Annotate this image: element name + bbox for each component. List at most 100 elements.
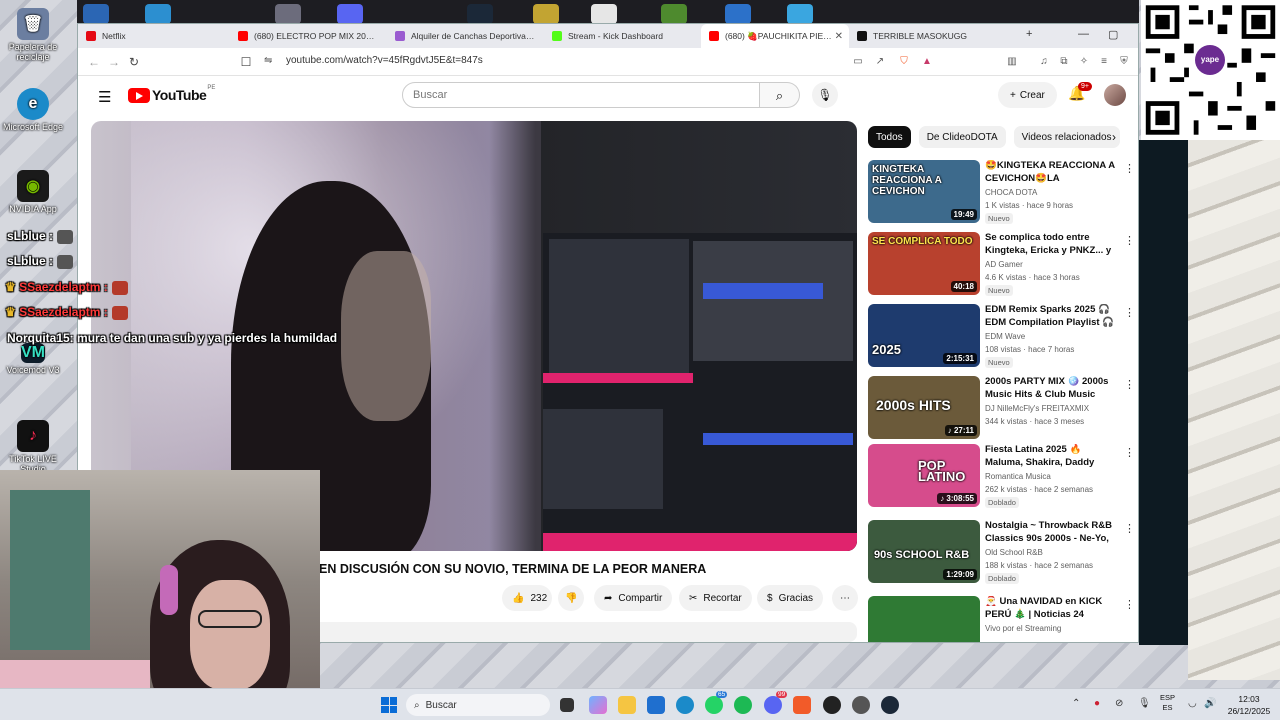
discord-icon[interactable]: [337, 4, 363, 24]
minimize-icon[interactable]: —: [1078, 28, 1089, 40]
hamburger-menu-icon[interactable]: ☰: [98, 88, 111, 106]
recommended-video[interactable]: KINGTEKA REACCIONA A CEVICHON 19:49 🤩KIN…: [868, 160, 1135, 226]
edge-taskbar-icon[interactable]: [676, 696, 694, 714]
close-tab-icon[interactable]: ✕: [835, 31, 843, 42]
steam-icon[interactable]: [467, 4, 493, 24]
app-icon[interactable]: [275, 4, 301, 24]
cast-icon[interactable]: ▭: [852, 56, 864, 68]
volume-icon[interactable]: 🔊: [1204, 698, 1216, 709]
forward-icon[interactable]: →: [104, 55, 124, 69]
wifi-icon[interactable]: ◡: [1188, 698, 1197, 709]
music-icon[interactable]: ♫: [1038, 56, 1050, 68]
video-title[interactable]: Nostalgia ~ Throwback R&B Classics 90s 2…: [985, 520, 1119, 546]
more-vert-icon[interactable]: ⋮: [1124, 598, 1130, 611]
whatsapp-icon[interactable]: [705, 696, 723, 714]
vpn-icon[interactable]: ⛨: [1118, 56, 1130, 68]
share-icon[interactable]: ↗: [874, 56, 886, 68]
recommended-video[interactable]: 2025 2:15:31 EDM Remix Sparks 2025 🎧 EDM…: [868, 304, 1135, 370]
more-vert-icon[interactable]: ⋮: [1124, 162, 1135, 175]
search-input[interactable]: Buscar: [402, 82, 760, 108]
tray-chevron-up-icon[interactable]: ⌃: [1072, 698, 1080, 709]
brave-taskbar-icon[interactable]: [793, 696, 811, 714]
video-title[interactable]: Se complica todo entre Kingteka, Ericka …: [985, 232, 1119, 258]
recommended-video[interactable]: 90s SCHOOL R&B 1:29:09 Nostalgia ~ Throw…: [868, 520, 1135, 586]
desktop-icon-edge[interactable]: e Microsoft Edge: [2, 88, 64, 132]
video-thumbnail[interactable]: 2025 2:15:31: [868, 304, 980, 367]
tray-app-icon[interactable]: ⊘: [1115, 698, 1123, 709]
create-button[interactable]: + Crear: [998, 82, 1057, 108]
tab-netflix[interactable]: Netflix: [78, 24, 230, 48]
video-thumbnail[interactable]: 90s SCHOOL R&B 1:29:09: [868, 520, 980, 583]
tab-terrible-masokugg[interactable]: TERRIBLE MASOKUGG: [849, 24, 997, 48]
desktop-icon-recycle-bin[interactable]: 🗑 Papelera de reciclaje: [2, 8, 64, 62]
channel-name[interactable]: CHOCA DOTA: [985, 188, 1037, 197]
system-clock[interactable]: 12:03 26/12/2025: [1224, 693, 1274, 717]
more-vert-icon[interactable]: ⋮: [1124, 446, 1135, 459]
obs-icon[interactable]: [823, 696, 841, 714]
channel-name[interactable]: Old School R&B: [985, 548, 1043, 557]
video-thumbnail[interactable]: [868, 596, 980, 642]
video-thumbnail[interactable]: SE COMPLICA TODO 40:18: [868, 232, 980, 295]
voice-search-button[interactable]: 🎙: [812, 82, 838, 108]
chevron-right-icon[interactable]: ›: [1112, 130, 1116, 144]
video-title[interactable]: 🎅 Una NAVIDAD en KICK PERÚ 🎄 | Noticias …: [985, 596, 1119, 622]
task-view-icon[interactable]: [560, 698, 574, 712]
more-vert-icon[interactable]: ⋮: [1124, 234, 1135, 247]
video-thumbnail[interactable]: POP LATINO ♪ 3:08:55: [868, 444, 980, 507]
channel-name[interactable]: EDM Wave: [985, 332, 1025, 341]
channel-name[interactable]: Vivo por el Streaming: [985, 624, 1061, 633]
channel-name[interactable]: DJ NilleMcFly's FREITAXMIX: [985, 404, 1089, 413]
video-title[interactable]: Fiesta Latina 2025 🔥 Maluma, Shakira, Da…: [985, 444, 1119, 470]
recommended-video[interactable]: POP LATINO ♪ 3:08:55 Fiesta Latina 2025 …: [868, 444, 1135, 510]
desktop-icon-tiktok[interactable]: ♪ TikTok LIVE Studio: [2, 420, 64, 474]
like-button[interactable]: 👍 232: [502, 585, 552, 611]
video-thumbnail[interactable]: KINGTEKA REACCIONA A CEVICHON 19:49: [868, 160, 980, 223]
desktop-icon-voicemod[interactable]: VM Voicemod V3: [2, 343, 64, 375]
app-icon[interactable]: [533, 4, 559, 24]
app-icon[interactable]: [145, 4, 171, 24]
video-thumbnail[interactable]: 2000s HITS ♪ 27:11: [868, 376, 980, 439]
app-icon[interactable]: [725, 4, 751, 24]
store-icon[interactable]: [647, 696, 665, 714]
recommended-video[interactable]: 🎅 Una NAVIDAD en KICK PERÚ 🎄 | Noticias …: [868, 596, 1130, 642]
brave-rewards-icon[interactable]: ▲: [921, 56, 933, 68]
ai-icon[interactable]: ✧: [1078, 56, 1090, 68]
url-field[interactable]: youtube.com/watch?v=45fRgdvtJ5E&t=847s: [286, 55, 483, 66]
recommended-video[interactable]: 2000s HITS ♪ 27:11 2000s PARTY MIX 🪩 200…: [868, 376, 1135, 442]
sidebar-icon[interactable]: ▥: [1006, 56, 1018, 68]
desktop-icon-nvidia[interactable]: ◉ NVIDIA App: [2, 170, 64, 214]
language-indicator[interactable]: ESP ES: [1160, 693, 1175, 713]
more-vert-icon[interactable]: ⋮: [1124, 306, 1135, 319]
extensions-icon[interactable]: ⧉: [1058, 56, 1070, 68]
file-explorer-icon[interactable]: [618, 696, 636, 714]
new-tab-icon[interactable]: +: [1026, 28, 1032, 40]
bookmark-icon[interactable]: ☐: [236, 55, 256, 69]
app-icon[interactable]: [591, 4, 617, 24]
dislike-button[interactable]: 👎: [558, 585, 584, 611]
channel-name[interactable]: AD Gamer: [985, 260, 1023, 269]
minecraft-icon[interactable]: [661, 4, 687, 24]
video-title[interactable]: 🤩KINGTEKA REACCIONA A CEVICHON🤩LA DECADE…: [985, 160, 1119, 186]
thanks-button[interactable]: $ Gracias: [757, 585, 824, 611]
more-actions-button[interactable]: ⋯: [832, 585, 858, 611]
chip-channel[interactable]: De ClideoDOTA: [918, 126, 1006, 148]
tab-alquiler-canchas[interactable]: Alquiler de Canchas Deportivas - P: [387, 24, 544, 48]
account-avatar[interactable]: [1104, 84, 1126, 106]
spotify-icon[interactable]: [734, 696, 752, 714]
chip-all[interactable]: Todos: [868, 126, 911, 148]
search-button[interactable]: ⌕: [760, 82, 800, 108]
share-button[interactable]: ➦ Compartir: [594, 585, 673, 611]
app-taskbar-icon[interactable]: [852, 696, 870, 714]
chip-related[interactable]: Videos relacionados: [1013, 126, 1120, 148]
tab-pauchikita[interactable]: (680) 🍓PAUCHIKITA PIERDE ✕: [701, 24, 849, 48]
app-icon[interactable]: [787, 4, 813, 24]
clip-button[interactable]: ✂ Recortar: [679, 585, 752, 611]
tab-kick-dashboard[interactable]: Stream - Kick Dashboard: [544, 24, 701, 48]
steam-taskbar-icon[interactable]: [881, 696, 899, 714]
more-vert-icon[interactable]: ⋮: [1124, 378, 1135, 391]
brave-shield-icon[interactable]: ⛉: [898, 56, 910, 68]
taskbar-search-input[interactable]: ⌕ Buscar: [406, 694, 550, 716]
youtube-logo[interactable]: YouTube PE: [128, 85, 215, 103]
channel-name[interactable]: Romantica Musica: [985, 472, 1051, 481]
reload-icon[interactable]: ↻: [124, 55, 144, 69]
